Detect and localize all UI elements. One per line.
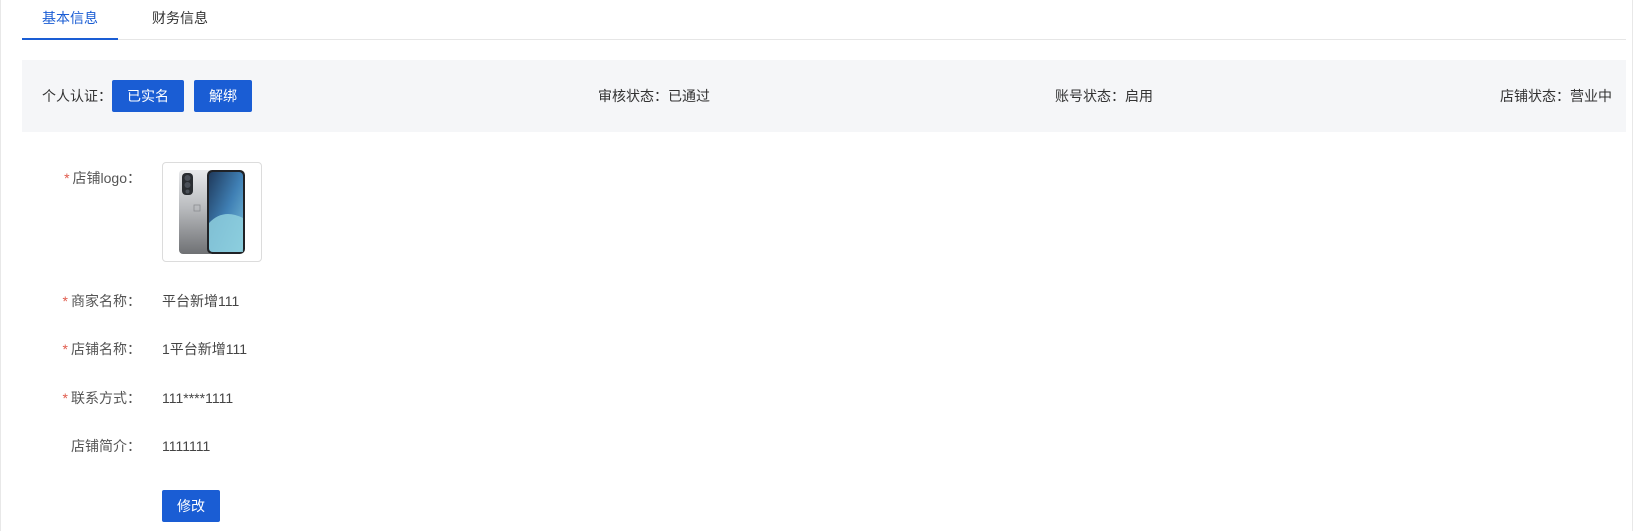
logo-label: * 店铺logo：: [64, 168, 141, 188]
status-bar: 个人认证： 已实名 解绑 审核状态：已通过 账号状态：启用 店铺状态：营业中: [22, 60, 1626, 132]
contact-label-text: 联系方式：: [71, 390, 141, 406]
required-mark: *: [64, 170, 70, 186]
shop-name-value: 1平台新增111: [162, 341, 248, 357]
account-status: 账号状态：启用: [1055, 88, 1153, 104]
contact-value: 111****1111: [162, 390, 234, 406]
intro-label: 店铺简介：: [71, 438, 141, 454]
intro-value: 1111111: [162, 438, 211, 454]
shop-info-page: 基本信息 财务信息 个人认证： 已实名 解绑 审核状态：已通过 账号状态：启用 …: [0, 0, 1633, 531]
unbind-button[interactable]: 解绑: [194, 80, 252, 112]
tab-finance-info[interactable]: 财务信息: [140, 0, 220, 38]
required-mark: *: [62, 293, 68, 309]
personal-auth-label: 个人认证：: [42, 88, 112, 104]
shop-logo-image[interactable]: [162, 162, 262, 262]
contact-label: * 联系方式：: [63, 388, 141, 408]
contact-row: * 联系方式： 111****1111: [0, 388, 1633, 408]
required-mark: *: [62, 341, 68, 357]
shop-name-label: * 店铺名称：: [63, 339, 141, 359]
tab-bar: 基本信息 财务信息: [22, 0, 1626, 40]
phone-image-icon: [179, 170, 245, 254]
merchant-name-row: * 商家名称： 平台新增111: [0, 291, 1633, 311]
shop-name-row: * 店铺名称： 1平台新增111: [0, 339, 1633, 359]
tab-basic-info[interactable]: 基本信息: [22, 0, 118, 40]
shop-status: 店铺状态：营业中: [1500, 88, 1612, 104]
shop-name-label-text: 店铺名称：: [71, 341, 141, 357]
required-mark: *: [62, 390, 68, 406]
review-status: 审核状态：已通过: [598, 88, 710, 104]
merchant-name-label: * 商家名称：: [63, 291, 141, 311]
logo-label-text: 店铺logo：: [72, 170, 141, 186]
merchant-name-label-text: 商家名称：: [71, 293, 141, 309]
merchant-name-value: 平台新增111: [162, 293, 240, 309]
verified-button[interactable]: 已实名: [112, 80, 184, 112]
edit-button[interactable]: 修改: [162, 490, 220, 522]
intro-row: 店铺简介： 1111111: [0, 436, 1633, 456]
